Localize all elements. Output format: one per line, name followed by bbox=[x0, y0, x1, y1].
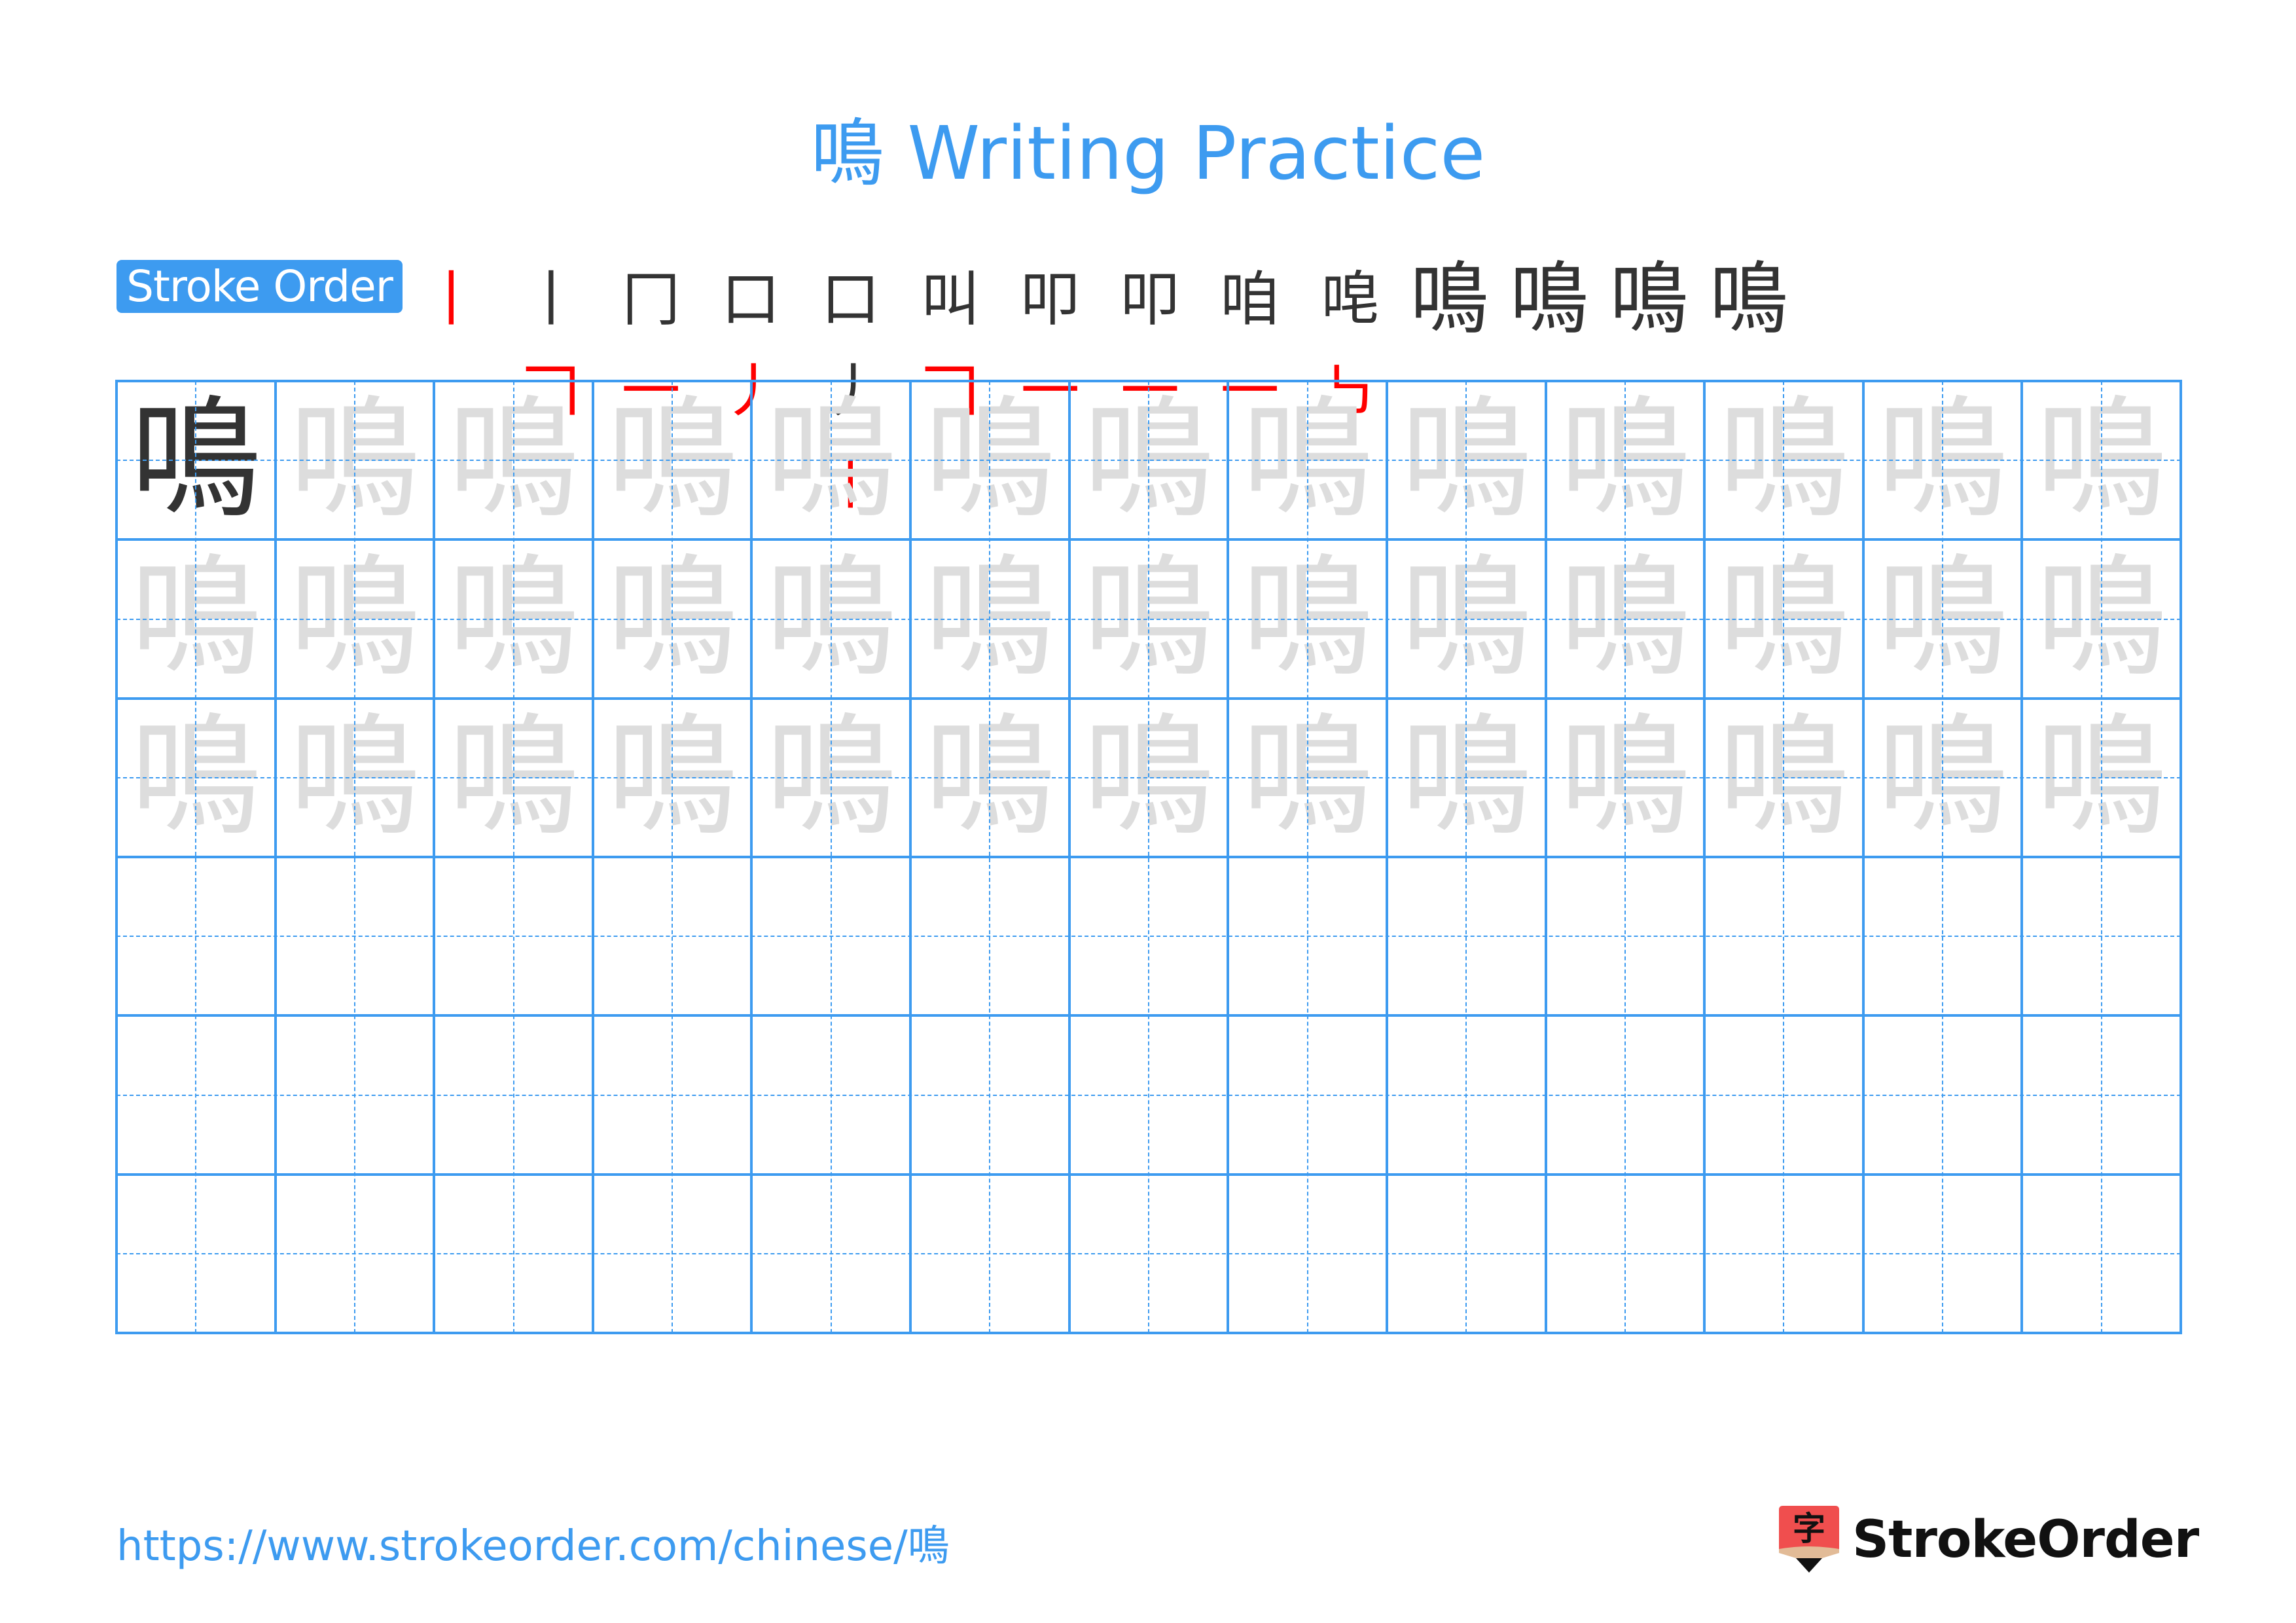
stroke-step-10: 唣㇉ bbox=[1306, 254, 1394, 426]
step-glyph: 鳴 bbox=[1410, 254, 1489, 345]
stroke-step-13: 鳴 bbox=[1605, 254, 1693, 346]
completed-strokes: 口 bbox=[721, 265, 780, 334]
grid-line-vertical bbox=[1544, 380, 1547, 1334]
step-glyph: 鳴 bbox=[1710, 254, 1788, 345]
grid-line-vertical bbox=[1385, 380, 1388, 1334]
step-glyph: 鳴 bbox=[1609, 254, 1689, 345]
pencil-character-icon: 字 bbox=[1779, 1506, 1839, 1573]
stroke-step-14: 鳴 bbox=[1705, 254, 1793, 346]
page-title: 鳴 Writing Practice bbox=[810, 111, 1486, 196]
grid-line-vertical bbox=[1067, 380, 1071, 1334]
stroke-order-badge: Stroke Order bbox=[117, 260, 403, 313]
grid-line-horizontal bbox=[115, 1332, 2182, 1334]
completed-strokes: 叫 bbox=[921, 265, 980, 334]
brand-name: StrokeOrder bbox=[1852, 1510, 2199, 1569]
source-url-link[interactable]: https://www.strokeorder.com/chinese/鳴 bbox=[117, 1512, 950, 1573]
practice-grid: 鳴鳴鳴鳴鳴鳴鳴鳴鳴鳴鳴鳴鳴鳴鳴鳴鳴鳴鳴鳴鳴鳴鳴鳴鳴鳴鳴鳴鳴鳴鳴鳴鳴鳴鳴鳴鳴鳴鳴 bbox=[115, 380, 2182, 1334]
grid-line-vertical bbox=[2179, 380, 2182, 1334]
stroke-step-6: 叫𠃍 bbox=[906, 254, 995, 426]
stroke-step-9: 咱一 bbox=[1206, 254, 1294, 426]
logo-glyph: 字 bbox=[1793, 1510, 1825, 1548]
grid-line-horizontal bbox=[115, 1014, 2182, 1017]
grid-line-vertical bbox=[591, 380, 594, 1334]
grid-line-vertical bbox=[115, 380, 118, 1334]
grid-line-vertical bbox=[1227, 380, 1230, 1334]
grid-line-horizontal bbox=[115, 380, 2182, 382]
completed-strokes: 唣 bbox=[1320, 265, 1379, 334]
grid-line-horizontal bbox=[115, 697, 2182, 700]
grid-line-vertical bbox=[274, 380, 277, 1334]
grid-line-vertical bbox=[750, 380, 753, 1334]
completed-strokes: 丨 bbox=[522, 265, 581, 334]
grid-line-vertical bbox=[1861, 380, 1865, 1334]
stroke-step-1: 丨 bbox=[407, 254, 495, 346]
new-stroke: 丨 bbox=[422, 265, 481, 334]
stroke-step-3: 冂一 bbox=[607, 254, 695, 426]
grid-line-vertical bbox=[1703, 380, 1706, 1334]
grid-line-vertical bbox=[433, 380, 436, 1334]
step-glyph: 鳴 bbox=[1510, 254, 1588, 345]
stroke-step-5: 口丿丨 bbox=[806, 254, 895, 517]
stroke-step-12: 鳴 bbox=[1505, 254, 1594, 346]
stroke-step-2: 丨𠃍 bbox=[507, 254, 596, 426]
grid-line-horizontal bbox=[115, 856, 2182, 858]
grid-line-vertical bbox=[909, 380, 912, 1334]
stroke-step-4: 口丿 bbox=[707, 254, 795, 426]
grid-line-horizontal bbox=[115, 1173, 2182, 1176]
stroke-step-7: 叩一 bbox=[1006, 254, 1094, 426]
stroke-step-11: 鳴 bbox=[1405, 254, 1494, 346]
grid-line-horizontal bbox=[115, 538, 2182, 541]
stroke-step-8: 叩一 bbox=[1106, 254, 1194, 426]
completed-strokes: 冂 bbox=[621, 265, 681, 334]
completed-strokes: 叩 bbox=[1121, 265, 1179, 334]
completed-strokes: 叩 bbox=[1020, 265, 1080, 334]
completed-strokes: 咱 bbox=[1220, 265, 1280, 334]
grid-line-vertical bbox=[2020, 380, 2024, 1334]
